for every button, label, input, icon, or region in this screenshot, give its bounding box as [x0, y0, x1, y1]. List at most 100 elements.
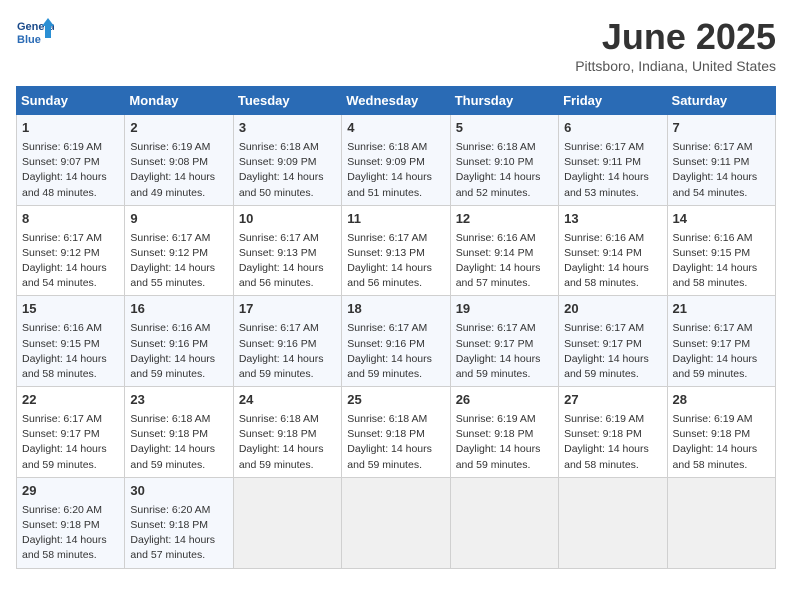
daylight-text: Daylight: 14 hours and 59 minutes.	[130, 443, 215, 470]
sunrise-text: Sunrise: 6:18 AM	[347, 413, 427, 425]
sunrise-text: Sunrise: 6:17 AM	[456, 322, 536, 334]
sunrise-text: Sunrise: 6:16 AM	[456, 232, 536, 244]
sunset-text: Sunset: 9:07 PM	[22, 156, 100, 168]
daylight-text: Daylight: 14 hours and 58 minutes.	[673, 443, 758, 470]
sunset-text: Sunset: 9:10 PM	[456, 156, 534, 168]
sunset-text: Sunset: 9:08 PM	[130, 156, 208, 168]
sunrise-text: Sunrise: 6:17 AM	[564, 322, 644, 334]
weekday-header-wednesday: Wednesday	[342, 87, 450, 115]
daylight-text: Daylight: 14 hours and 51 minutes.	[347, 171, 432, 198]
sunset-text: Sunset: 9:16 PM	[130, 338, 208, 350]
sunset-text: Sunset: 9:18 PM	[456, 428, 534, 440]
day-number: 13	[564, 210, 661, 229]
daylight-text: Daylight: 14 hours and 58 minutes.	[673, 262, 758, 289]
sunset-text: Sunset: 9:09 PM	[347, 156, 425, 168]
sunrise-text: Sunrise: 6:19 AM	[456, 413, 536, 425]
weekday-header-sunday: Sunday	[17, 87, 125, 115]
daylight-text: Daylight: 14 hours and 53 minutes.	[564, 171, 649, 198]
daylight-text: Daylight: 14 hours and 58 minutes.	[564, 262, 649, 289]
weekday-header-thursday: Thursday	[450, 87, 558, 115]
sunrise-text: Sunrise: 6:17 AM	[22, 232, 102, 244]
day-number: 23	[130, 391, 227, 410]
sunset-text: Sunset: 9:18 PM	[564, 428, 642, 440]
day-number: 10	[239, 210, 336, 229]
day-number: 27	[564, 391, 661, 410]
sunrise-text: Sunrise: 6:17 AM	[130, 232, 210, 244]
sunset-text: Sunset: 9:13 PM	[347, 247, 425, 259]
sunset-text: Sunset: 9:17 PM	[22, 428, 100, 440]
weekday-header-tuesday: Tuesday	[233, 87, 341, 115]
daylight-text: Daylight: 14 hours and 52 minutes.	[456, 171, 541, 198]
sunrise-text: Sunrise: 6:20 AM	[130, 504, 210, 516]
calendar-cell: 16 Sunrise: 6:16 AM Sunset: 9:16 PM Dayl…	[125, 296, 233, 387]
page-header: General Blue June 2025 Pittsboro, Indian…	[16, 16, 776, 74]
daylight-text: Daylight: 14 hours and 59 minutes.	[22, 443, 107, 470]
daylight-text: Daylight: 14 hours and 59 minutes.	[673, 353, 758, 380]
sunrise-text: Sunrise: 6:18 AM	[239, 141, 319, 153]
calendar-cell: 20 Sunrise: 6:17 AM Sunset: 9:17 PM Dayl…	[559, 296, 667, 387]
sunrise-text: Sunrise: 6:16 AM	[22, 322, 102, 334]
day-number: 7	[673, 119, 770, 138]
sunrise-text: Sunrise: 6:18 AM	[239, 413, 319, 425]
sunrise-text: Sunrise: 6:20 AM	[22, 504, 102, 516]
sunrise-text: Sunrise: 6:19 AM	[22, 141, 102, 153]
sunrise-text: Sunrise: 6:19 AM	[130, 141, 210, 153]
sunset-text: Sunset: 9:18 PM	[347, 428, 425, 440]
weekday-header-monday: Monday	[125, 87, 233, 115]
calendar-week-row: 22 Sunrise: 6:17 AM Sunset: 9:17 PM Dayl…	[17, 387, 776, 478]
sunset-text: Sunset: 9:17 PM	[673, 338, 751, 350]
day-number: 5	[456, 119, 553, 138]
sunrise-text: Sunrise: 6:17 AM	[22, 413, 102, 425]
sunrise-text: Sunrise: 6:17 AM	[673, 141, 753, 153]
sunset-text: Sunset: 9:18 PM	[130, 519, 208, 531]
calendar-week-row: 15 Sunrise: 6:16 AM Sunset: 9:15 PM Dayl…	[17, 296, 776, 387]
weekday-header-saturday: Saturday	[667, 87, 775, 115]
day-number: 8	[22, 210, 119, 229]
day-number: 2	[130, 119, 227, 138]
day-number: 17	[239, 300, 336, 319]
sunset-text: Sunset: 9:15 PM	[673, 247, 751, 259]
calendar-week-row: 29 Sunrise: 6:20 AM Sunset: 9:18 PM Dayl…	[17, 477, 776, 568]
sunrise-text: Sunrise: 6:17 AM	[564, 141, 644, 153]
location-subtitle: Pittsboro, Indiana, United States	[575, 58, 776, 74]
daylight-text: Daylight: 14 hours and 54 minutes.	[673, 171, 758, 198]
day-number: 26	[456, 391, 553, 410]
sunset-text: Sunset: 9:14 PM	[564, 247, 642, 259]
day-number: 1	[22, 119, 119, 138]
weekday-header-row: SundayMondayTuesdayWednesdayThursdayFrid…	[17, 87, 776, 115]
sunset-text: Sunset: 9:18 PM	[673, 428, 751, 440]
daylight-text: Daylight: 14 hours and 59 minutes.	[456, 443, 541, 470]
calendar-cell: 29 Sunrise: 6:20 AM Sunset: 9:18 PM Dayl…	[17, 477, 125, 568]
calendar-cell: 15 Sunrise: 6:16 AM Sunset: 9:15 PM Dayl…	[17, 296, 125, 387]
calendar-cell	[559, 477, 667, 568]
calendar-cell: 1 Sunrise: 6:19 AM Sunset: 9:07 PM Dayli…	[17, 115, 125, 206]
day-number: 9	[130, 210, 227, 229]
logo: General Blue	[16, 16, 54, 54]
day-number: 30	[130, 482, 227, 501]
daylight-text: Daylight: 14 hours and 59 minutes.	[347, 353, 432, 380]
daylight-text: Daylight: 14 hours and 58 minutes.	[564, 443, 649, 470]
sunrise-text: Sunrise: 6:16 AM	[130, 322, 210, 334]
calendar-cell: 18 Sunrise: 6:17 AM Sunset: 9:16 PM Dayl…	[342, 296, 450, 387]
sunset-text: Sunset: 9:18 PM	[239, 428, 317, 440]
day-number: 19	[456, 300, 553, 319]
day-number: 6	[564, 119, 661, 138]
calendar-cell: 3 Sunrise: 6:18 AM Sunset: 9:09 PM Dayli…	[233, 115, 341, 206]
day-number: 11	[347, 210, 444, 229]
calendar-cell	[342, 477, 450, 568]
daylight-text: Daylight: 14 hours and 48 minutes.	[22, 171, 107, 198]
sunset-text: Sunset: 9:17 PM	[456, 338, 534, 350]
day-number: 3	[239, 119, 336, 138]
calendar-week-row: 1 Sunrise: 6:19 AM Sunset: 9:07 PM Dayli…	[17, 115, 776, 206]
calendar-cell: 27 Sunrise: 6:19 AM Sunset: 9:18 PM Dayl…	[559, 387, 667, 478]
daylight-text: Daylight: 14 hours and 59 minutes.	[239, 443, 324, 470]
title-block: June 2025 Pittsboro, Indiana, United Sta…	[575, 16, 776, 74]
calendar-cell: 4 Sunrise: 6:18 AM Sunset: 9:09 PM Dayli…	[342, 115, 450, 206]
daylight-text: Daylight: 14 hours and 59 minutes.	[130, 353, 215, 380]
calendar-cell: 17 Sunrise: 6:17 AM Sunset: 9:16 PM Dayl…	[233, 296, 341, 387]
day-number: 21	[673, 300, 770, 319]
logo-svg: General Blue	[16, 16, 54, 54]
day-number: 16	[130, 300, 227, 319]
calendar-cell	[450, 477, 558, 568]
day-number: 24	[239, 391, 336, 410]
